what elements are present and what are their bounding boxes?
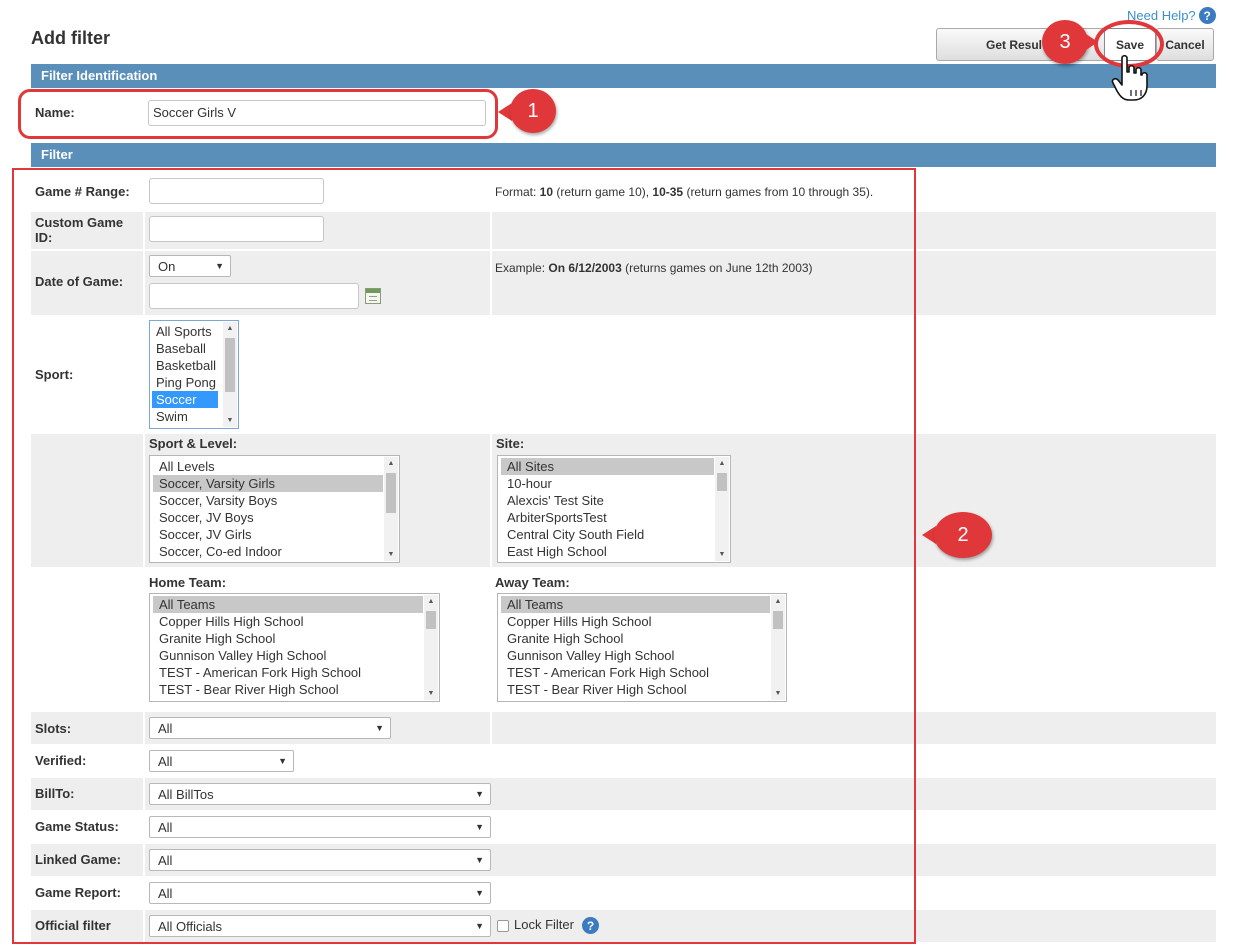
callout-badge-3: 3 — [1042, 20, 1088, 64]
help-icon[interactable]: ? — [1198, 7, 1216, 24]
callout-frame-filter — [12, 168, 916, 944]
cancel-label: Cancel — [1165, 37, 1205, 52]
page-title: Add filter — [31, 28, 110, 48]
callout-badge-1: 1 — [510, 89, 556, 133]
section-filter-identification: Filter Identification — [31, 64, 1216, 88]
callout-frame-name — [18, 89, 498, 139]
cancel-button[interactable]: Cancel — [1156, 28, 1214, 61]
callout-badge-2: 2 — [934, 512, 992, 558]
get-results-label: Get Resul — [986, 37, 1043, 52]
hand-cursor-icon — [1111, 54, 1148, 101]
section-filter: Filter — [31, 143, 1216, 167]
